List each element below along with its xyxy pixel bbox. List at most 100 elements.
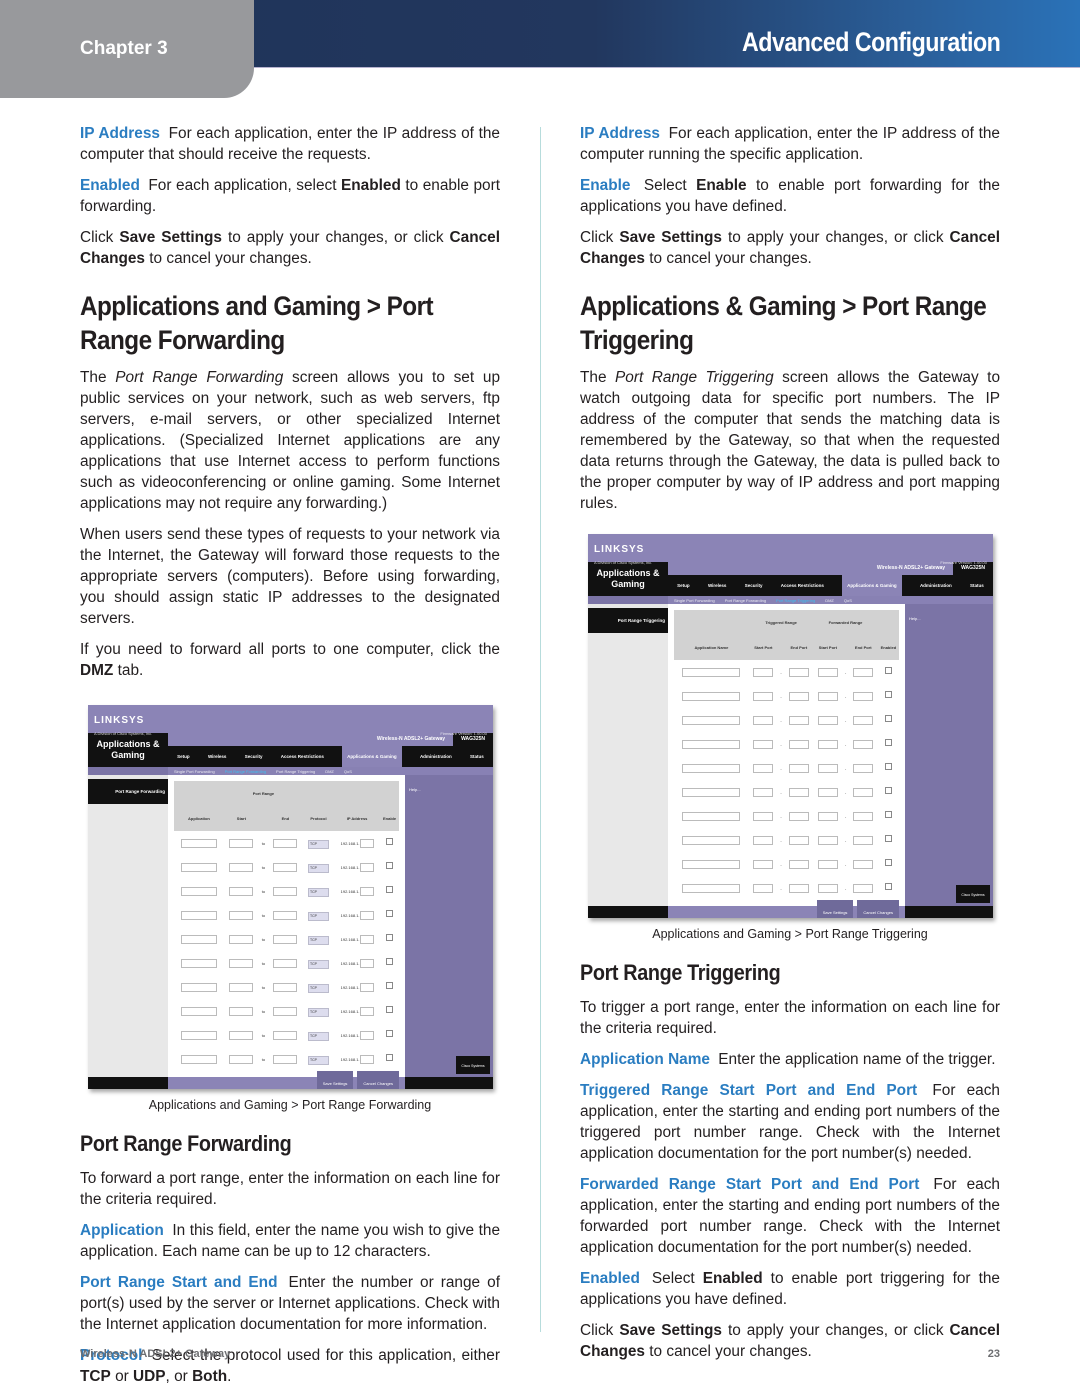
ip-input[interactable]: [359, 1006, 374, 1016]
protocol-select[interactable]: TCP: [307, 935, 329, 945]
triggered-end-input[interactable]: [788, 859, 809, 869]
forwarded-end-input[interactable]: [853, 787, 874, 797]
ip-input[interactable]: [359, 862, 374, 872]
triggered-start-input[interactable]: [753, 691, 774, 701]
end-port-input[interactable]: [273, 1054, 298, 1064]
forwarded-end-input[interactable]: [853, 763, 874, 773]
ip-input[interactable]: [359, 886, 374, 896]
start-port-input[interactable]: [229, 982, 254, 992]
application-name-input[interactable]: [682, 811, 741, 821]
application-name-input[interactable]: [682, 739, 741, 749]
protocol-select[interactable]: TCP: [307, 959, 329, 969]
start-port-input[interactable]: [229, 910, 254, 920]
application-name-input[interactable]: [682, 787, 741, 797]
forwarded-start-input[interactable]: [817, 739, 838, 749]
forwarded-start-input[interactable]: [817, 883, 838, 893]
application-name-input[interactable]: [682, 667, 741, 677]
tab-status[interactable]: Status: [470, 746, 484, 767]
enable-checkbox[interactable]: [386, 981, 394, 989]
protocol-select[interactable]: TCP: [307, 839, 329, 849]
ip-input[interactable]: [359, 838, 374, 848]
ip-input[interactable]: [359, 958, 374, 968]
triggered-start-input[interactable]: [753, 883, 774, 893]
triggered-end-input[interactable]: [788, 715, 809, 725]
triggered-start-input[interactable]: [753, 739, 774, 749]
enable-checkbox[interactable]: [386, 885, 394, 893]
save-settings-button[interactable]: Save Settings: [816, 899, 854, 918]
enable-checkbox[interactable]: [386, 957, 394, 965]
application-input[interactable]: [180, 958, 217, 968]
enabled-checkbox[interactable]: [884, 858, 892, 866]
end-port-input[interactable]: [273, 910, 298, 920]
forwarded-start-input[interactable]: [817, 763, 838, 773]
end-port-input[interactable]: [273, 838, 298, 848]
protocol-select[interactable]: TCP: [307, 1007, 329, 1017]
protocol-select[interactable]: TCP: [307, 863, 329, 873]
start-port-input[interactable]: [229, 958, 254, 968]
start-port-input[interactable]: [229, 934, 254, 944]
triggered-start-input[interactable]: [753, 835, 774, 845]
application-name-input[interactable]: [682, 691, 741, 701]
application-input[interactable]: [180, 838, 217, 848]
enabled-checkbox[interactable]: [884, 810, 892, 818]
enable-checkbox[interactable]: [386, 1053, 394, 1061]
ip-input[interactable]: [359, 910, 374, 920]
enabled-checkbox[interactable]: [884, 786, 892, 794]
application-name-input[interactable]: [682, 835, 741, 845]
application-input[interactable]: [180, 862, 217, 872]
start-port-input[interactable]: [229, 838, 254, 848]
forwarded-start-input[interactable]: [817, 787, 838, 797]
enabled-checkbox[interactable]: [884, 738, 892, 746]
ip-input[interactable]: [359, 934, 374, 944]
forwarded-end-input[interactable]: [853, 859, 874, 869]
enabled-checkbox[interactable]: [884, 714, 892, 722]
triggered-start-input[interactable]: [753, 787, 774, 797]
triggered-start-input[interactable]: [753, 667, 774, 677]
tab-administration[interactable]: Administration: [420, 746, 452, 767]
triggered-start-input[interactable]: [753, 763, 774, 773]
triggered-start-input[interactable]: [753, 811, 774, 821]
forwarded-start-input[interactable]: [817, 715, 838, 725]
ip-input[interactable]: [359, 982, 374, 992]
cancel-changes-button[interactable]: Cancel Changes: [857, 899, 899, 918]
tab-administration[interactable]: Administration: [920, 575, 952, 596]
triggered-end-input[interactable]: [788, 787, 809, 797]
start-port-input[interactable]: [229, 1006, 254, 1016]
triggered-end-input[interactable]: [788, 691, 809, 701]
enabled-checkbox[interactable]: [884, 666, 892, 674]
forwarded-end-input[interactable]: [853, 811, 874, 821]
end-port-input[interactable]: [273, 958, 298, 968]
enable-checkbox[interactable]: [386, 837, 394, 845]
forwarded-start-input[interactable]: [817, 667, 838, 677]
forwarded-start-input[interactable]: [817, 859, 838, 869]
ip-input[interactable]: [359, 1054, 374, 1064]
enable-checkbox[interactable]: [386, 861, 394, 869]
enable-checkbox[interactable]: [386, 1029, 394, 1037]
application-input[interactable]: [180, 886, 217, 896]
end-port-input[interactable]: [273, 862, 298, 872]
protocol-select[interactable]: TCP: [307, 1031, 329, 1041]
enabled-checkbox[interactable]: [884, 882, 892, 890]
triggered-end-input[interactable]: [788, 763, 809, 773]
save-settings-button[interactable]: Save Settings: [316, 1070, 354, 1089]
application-input[interactable]: [180, 982, 217, 992]
forwarded-start-input[interactable]: [817, 691, 838, 701]
enable-checkbox[interactable]: [386, 909, 394, 917]
forwarded-end-input[interactable]: [853, 883, 874, 893]
enable-checkbox[interactable]: [386, 1005, 394, 1013]
end-port-input[interactable]: [273, 1030, 298, 1040]
triggered-end-input[interactable]: [788, 739, 809, 749]
application-input[interactable]: [180, 934, 217, 944]
triggered-start-input[interactable]: [753, 715, 774, 725]
forwarded-start-input[interactable]: [817, 835, 838, 845]
forwarded-end-input[interactable]: [853, 739, 874, 749]
end-port-input[interactable]: [273, 982, 298, 992]
enabled-checkbox[interactable]: [884, 762, 892, 770]
application-name-input[interactable]: [682, 763, 741, 773]
triggered-end-input[interactable]: [788, 883, 809, 893]
protocol-select[interactable]: TCP: [307, 887, 329, 897]
end-port-input[interactable]: [273, 1006, 298, 1016]
forwarded-end-input[interactable]: [853, 667, 874, 677]
protocol-select[interactable]: TCP: [307, 1055, 329, 1065]
application-name-input[interactable]: [682, 883, 741, 893]
